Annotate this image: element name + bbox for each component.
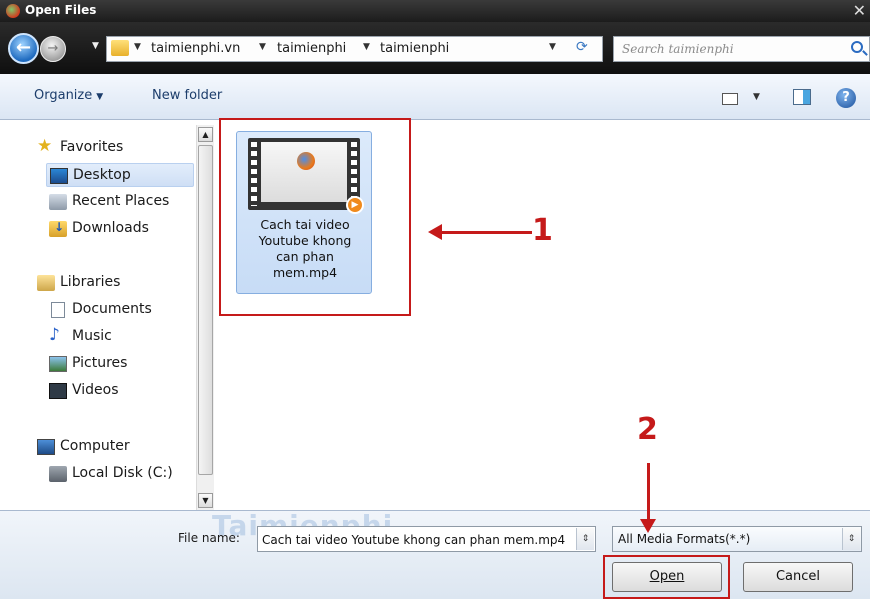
- star-icon: ★: [37, 136, 53, 156]
- command-toolbar: Organize ▼ New folder ▼ ?: [0, 74, 870, 120]
- dialog-footer: Taimienphi File name: ⇕ All Media Format…: [0, 509, 870, 599]
- sidebar-item-local-disk[interactable]: Local Disk (C:): [46, 462, 194, 486]
- sidebar-item-label: Libraries: [60, 274, 121, 290]
- computer-icon: [37, 439, 55, 455]
- chevron-down-icon: ▼: [96, 92, 104, 102]
- sidebar-item-label: Local Disk (C:): [72, 465, 173, 481]
- scroll-up-arrow-icon[interactable]: ▲: [198, 127, 213, 142]
- recent-places-icon: [49, 194, 67, 210]
- chevron-down-icon[interactable]: ▼: [753, 92, 760, 102]
- videos-icon: [49, 383, 67, 399]
- chevron-updown-icon[interactable]: ⇕: [842, 528, 860, 550]
- recent-pages-dropdown[interactable]: ▼: [92, 41, 99, 51]
- highlight-box-file: [219, 118, 411, 316]
- documents-icon: [51, 302, 65, 318]
- folder-icon: [111, 40, 129, 56]
- scroll-down-arrow-icon[interactable]: ▼: [198, 493, 213, 508]
- annotation-arrow-down-icon: [640, 463, 656, 533]
- sidebar-item-label: Music: [72, 328, 112, 344]
- refresh-icon[interactable]: ⟳: [576, 39, 588, 55]
- breadcrumb-item[interactable]: taimienphi: [380, 41, 449, 56]
- music-icon: ♪: [49, 325, 60, 345]
- sidebar-item-label: Computer: [60, 438, 130, 454]
- highlight-box-open: [603, 555, 730, 599]
- sidebar-item-favorites[interactable]: ★ Favorites: [34, 136, 184, 160]
- sidebar-item-documents[interactable]: Documents: [46, 298, 194, 322]
- navigation-pane: ★ Favorites Desktop Recent Places Downlo…: [0, 120, 215, 510]
- scrollbar-thumb[interactable]: [198, 145, 213, 475]
- downloads-icon: [49, 220, 67, 237]
- sidebar-item-label: Downloads: [72, 220, 149, 236]
- pictures-icon: [49, 356, 67, 372]
- sidebar-item-pictures[interactable]: Pictures: [46, 352, 194, 376]
- search-input[interactable]: [622, 40, 842, 58]
- sidebar-item-downloads[interactable]: Downloads: [46, 217, 194, 241]
- address-history-dropdown[interactable]: ▼: [549, 42, 556, 52]
- title-bar: Open Files ✕: [0, 0, 870, 22]
- file-name-field[interactable]: [262, 531, 574, 548]
- address-bar: ← → ▼ ▼ taimienphi.vn ▼ taimienphi ▼ tai…: [0, 22, 870, 74]
- libraries-icon: [37, 275, 55, 291]
- navigation-scrollbar[interactable]: ▲ ▼: [196, 125, 214, 510]
- file-name-combo[interactable]: ⇕: [257, 526, 596, 552]
- sidebar-item-label: Videos: [72, 382, 119, 398]
- sidebar-item-label: Recent Places: [72, 193, 170, 209]
- sidebar-item-desktop[interactable]: Desktop: [46, 163, 194, 187]
- sidebar-item-videos[interactable]: Videos: [46, 379, 194, 403]
- app-icon: [6, 4, 20, 18]
- annotation-arrow-left-icon: [428, 224, 532, 240]
- sidebar-item-label: Documents: [72, 301, 152, 317]
- chevron-down-icon[interactable]: ▼: [134, 42, 141, 52]
- sidebar-item-label: Pictures: [72, 355, 128, 371]
- window-title: Open Files: [25, 3, 97, 17]
- sidebar-item-recent-places[interactable]: Recent Places: [46, 190, 194, 214]
- change-view-icon[interactable]: [722, 93, 738, 105]
- search-icon[interactable]: [851, 41, 863, 53]
- step-marker-1: 1: [532, 213, 553, 248]
- sidebar-item-music[interactable]: ♪ Music: [46, 325, 194, 349]
- breadcrumb[interactable]: ▼ taimienphi.vn ▼ taimienphi ▼ taimienph…: [106, 36, 603, 62]
- back-button[interactable]: ←: [8, 33, 39, 64]
- sidebar-item-label: Favorites: [60, 139, 124, 155]
- file-name-label: File name:: [178, 531, 240, 545]
- step-marker-2: 2: [637, 412, 658, 447]
- hard-disk-icon: [49, 466, 67, 482]
- organize-button[interactable]: Organize ▼: [34, 88, 103, 103]
- chevron-down-icon[interactable]: ▼: [259, 42, 266, 52]
- sidebar-item-label: Desktop: [73, 167, 131, 183]
- desktop-icon: [50, 168, 68, 184]
- chevron-updown-icon[interactable]: ⇕: [576, 528, 594, 550]
- sidebar-item-computer[interactable]: Computer: [34, 435, 184, 459]
- breadcrumb-item[interactable]: taimienphi: [277, 41, 346, 56]
- cancel-button[interactable]: Cancel: [743, 562, 853, 592]
- breadcrumb-item[interactable]: taimienphi.vn: [151, 41, 240, 56]
- sidebar-item-libraries[interactable]: Libraries: [34, 271, 184, 295]
- search-box[interactable]: [613, 36, 870, 62]
- file-type-value: All Media Formats(*.*): [618, 532, 751, 546]
- organize-label: Organize: [34, 88, 93, 103]
- forward-button[interactable]: →: [40, 36, 66, 62]
- help-icon[interactable]: ?: [836, 88, 856, 108]
- close-icon[interactable]: ✕: [853, 1, 866, 20]
- preview-pane-icon[interactable]: [793, 89, 811, 105]
- chevron-down-icon[interactable]: ▼: [363, 42, 370, 52]
- new-folder-button[interactable]: New folder: [152, 88, 222, 103]
